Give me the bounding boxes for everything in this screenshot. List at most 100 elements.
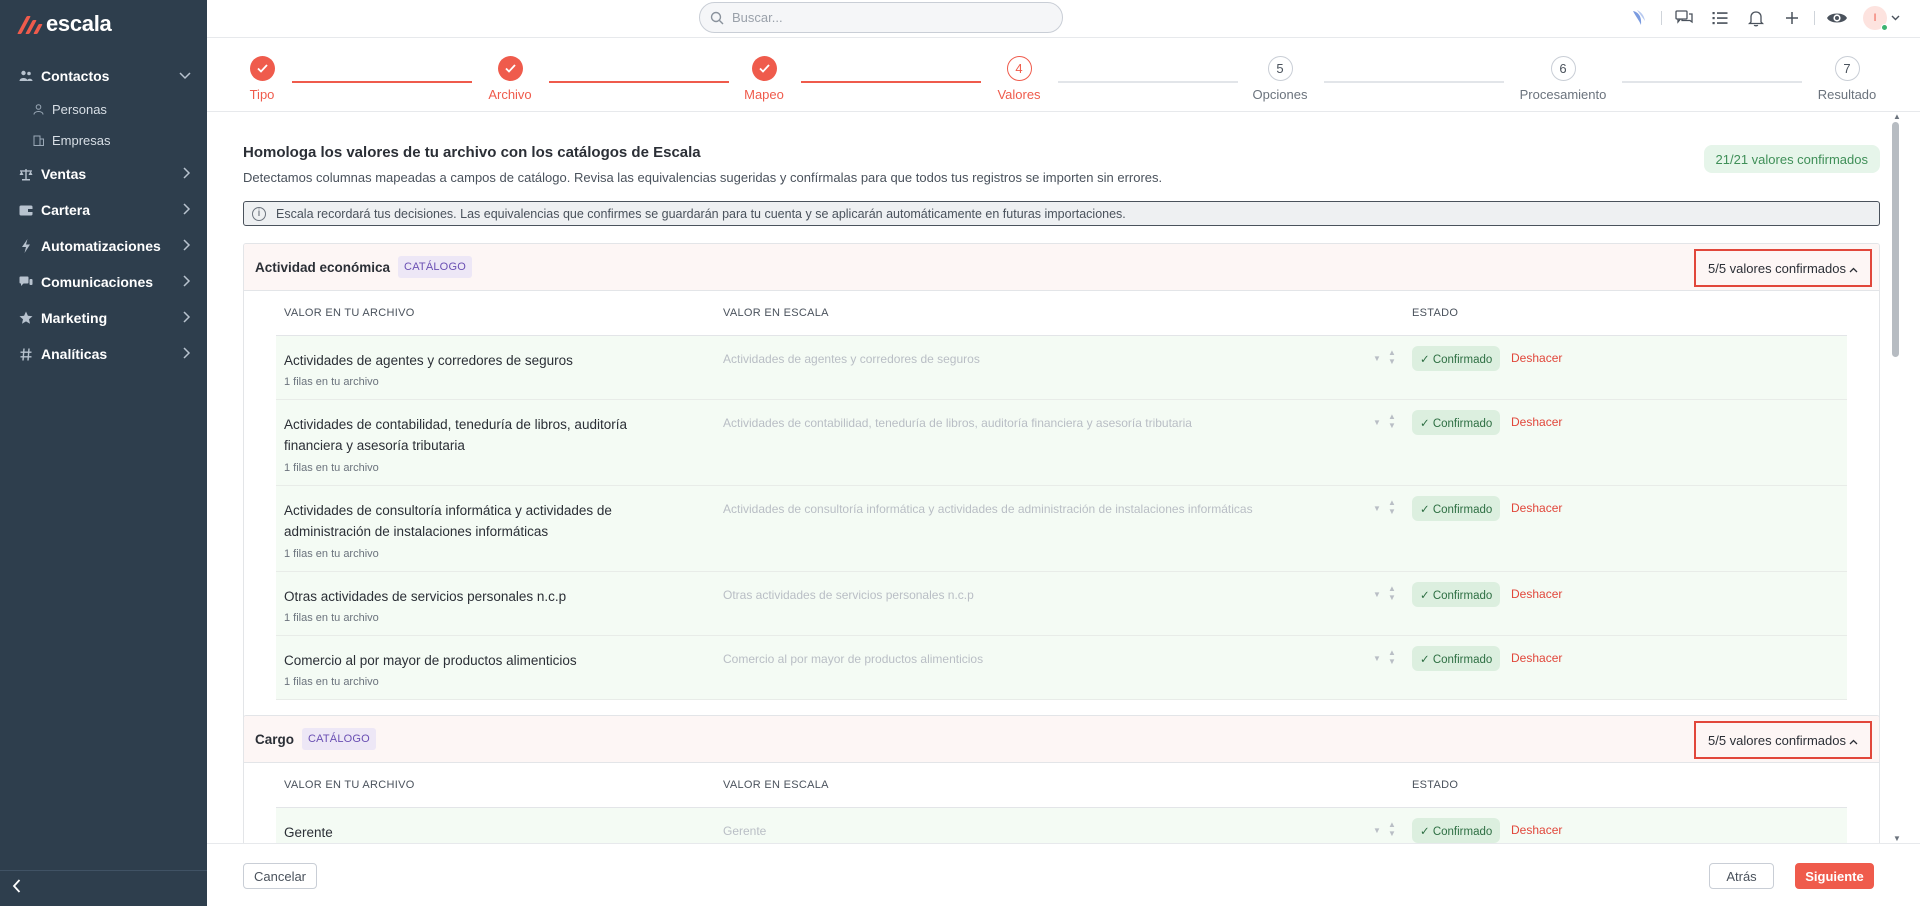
escala-value-select[interactable]: Actividades de agentes y corredores de s… (723, 352, 1388, 366)
eye-icon[interactable] (1819, 0, 1855, 36)
section-collapse-toggle[interactable]: 5/5 valores confirmados (1693, 249, 1872, 287)
bell-icon[interactable] (1738, 0, 1774, 36)
topbar-actions: I (1621, 0, 1900, 36)
list-icon[interactable] (1702, 0, 1738, 36)
caret-down-icon[interactable]: ▼ (1373, 504, 1381, 513)
file-value: Actividades de agentes y corredores de s… (284, 353, 573, 368)
sidebar-item-marketing[interactable]: Marketing (0, 300, 207, 336)
status-badge: ✓ Confirmado (1412, 346, 1501, 371)
sidebar-subitem-label: Empresas (52, 133, 111, 148)
undo-link[interactable]: Deshacer (1511, 415, 1562, 429)
undo-link[interactable]: Deshacer (1511, 501, 1562, 515)
escala-value-select[interactable]: Actividades de consultoría informática y… (723, 502, 1388, 516)
step-opciones[interactable]: 5 Opciones (1220, 56, 1340, 102)
row-count: 1 filas en tu archivo (284, 612, 379, 624)
caret-down-icon[interactable]: ▼ (1373, 418, 1381, 427)
step-archivo[interactable]: Archivo (450, 56, 570, 102)
sort-arrows-icon[interactable]: ▲ ▼ (1388, 348, 1396, 366)
sidebar-item-label: Marketing (41, 310, 108, 326)
sidebar-item-ventas[interactable]: Ventas (0, 156, 207, 192)
search-icon (710, 11, 724, 25)
section-confirmed-count: 5/5 valores confirmados (1707, 260, 1846, 276)
section-header: Actividad económica CATÁLOGO 5/5 valores… (244, 244, 1879, 291)
caret-down-icon[interactable]: ▼ (1373, 354, 1381, 363)
caret-down-icon[interactable]: ▼ (1373, 826, 1381, 835)
avatar[interactable]: I (1863, 6, 1888, 31)
table-row: Actividades de consultoría informática y… (276, 486, 1847, 572)
sidebar-subitem-empresas[interactable]: Empresas (0, 125, 207, 156)
sidebar-item-contactos[interactable]: Contactos (0, 58, 207, 94)
escala-value-select[interactable]: Actividades de contabilidad, teneduría d… (723, 416, 1388, 430)
section-collapse-toggle[interactable]: 5/5 valores confirmados (1693, 721, 1872, 759)
status-badge: ✓ Confirmado (1412, 646, 1501, 671)
undo-link[interactable]: Deshacer (1511, 823, 1562, 837)
chevron-up-icon (1849, 733, 1858, 748)
escala-value-select[interactable]: Otras actividades de servicios personale… (723, 588, 1388, 602)
row-count: 1 filas en tu archivo (284, 462, 379, 474)
sort-arrows-icon[interactable]: ▲ ▼ (1388, 498, 1396, 516)
scroll-down-arrow-icon[interactable]: ▼ (1893, 834, 1901, 843)
search-input[interactable] (732, 10, 1042, 25)
table-row: Actividades de contabilidad, teneduría d… (276, 400, 1847, 486)
avatar-initial: I (1873, 12, 1877, 24)
sidebar-item-analiticas[interactable]: Analíticas (0, 336, 207, 372)
scrollbar-thumb[interactable] (1892, 122, 1899, 357)
undo-link[interactable]: Deshacer (1511, 351, 1562, 365)
status-badge: ✓ Confirmado (1412, 496, 1501, 521)
step-tipo[interactable]: Tipo (202, 56, 322, 102)
chevron-right-icon (183, 166, 191, 182)
sidebar-item-cartera[interactable]: Cartera (0, 192, 207, 228)
sort-arrows-icon[interactable]: ▲ ▼ (1388, 412, 1396, 430)
sidebar-subitem-personas[interactable]: Personas (0, 94, 207, 125)
caret-down-icon[interactable]: ▼ (1373, 654, 1381, 663)
values-table: VALOR EN TU ARCHIVO VALOR EN ESCALA ESTA… (276, 763, 1847, 843)
step-number: 5 (1267, 56, 1293, 81)
step-label: Tipo (249, 87, 275, 102)
page-title: Homologa los valores de tu archivo con l… (243, 144, 701, 161)
column-header-escala-value: VALOR EN ESCALA (723, 779, 829, 791)
escala-value-select[interactable]: Gerente (723, 824, 1388, 838)
messages-icon[interactable] (1666, 0, 1702, 36)
sort-arrows-icon[interactable]: ▲ ▼ (1388, 648, 1396, 666)
cancel-button[interactable]: Cancelar (243, 863, 317, 889)
column-header-file-value: VALOR EN TU ARCHIVO (284, 307, 415, 319)
check-icon (751, 56, 777, 81)
sidebar-item-label: Cartera (41, 202, 91, 218)
search-box[interactable] (699, 2, 1063, 33)
step-resultado[interactable]: 7 Resultado (1787, 56, 1907, 102)
file-value: Gerente (284, 825, 333, 840)
row-count: 1 filas en tu archivo (284, 376, 379, 388)
scroll-up-arrow-icon[interactable]: ▲ (1893, 112, 1901, 121)
step-number: 7 (1834, 56, 1860, 81)
brand-bird-icon[interactable] (1621, 0, 1657, 36)
step-valores[interactable]: 4 Valores (959, 56, 1079, 102)
table-row: Comercio al por mayor de productos alime… (276, 636, 1847, 700)
logo[interactable]: escala (17, 11, 112, 37)
check-icon (249, 56, 275, 81)
step-mapeo[interactable]: Mapeo (704, 56, 824, 102)
table-header: VALOR EN TU ARCHIVO VALOR EN ESCALA ESTA… (276, 291, 1847, 336)
step-procesamiento[interactable]: 6 Procesamiento (1503, 56, 1623, 102)
next-button[interactable]: Siguiente (1795, 863, 1874, 889)
chevron-right-icon (183, 202, 191, 218)
back-button[interactable]: Atrás (1709, 863, 1774, 889)
sidebar: escala Contactos Personas Empresas Venta… (0, 0, 207, 906)
collapse-sidebar-button[interactable] (0, 870, 207, 906)
undo-link[interactable]: Deshacer (1511, 587, 1562, 601)
sidebar-item-comunicaciones[interactable]: Comunicaciones (0, 264, 207, 300)
sort-arrows-icon[interactable]: ▲ ▼ (1388, 820, 1396, 838)
step-label: Archivo (488, 87, 532, 102)
escala-value-select[interactable]: Comercio al por mayor de productos alime… (723, 652, 1388, 666)
chevron-down-icon[interactable] (1891, 13, 1900, 24)
sidebar-subitem-label: Personas (52, 102, 107, 117)
undo-link[interactable]: Deshacer (1511, 651, 1562, 665)
catalog-badge: CATÁLOGO (398, 256, 472, 278)
sidebar-item-automatizaciones[interactable]: Automatizaciones (0, 228, 207, 264)
caret-down-icon[interactable]: ▼ (1373, 590, 1381, 599)
scrollbar[interactable]: ▲ ▼ (1891, 112, 1901, 843)
sort-arrows-icon[interactable]: ▲ ▼ (1388, 584, 1396, 602)
sidebar-item-label: Automatizaciones (41, 238, 161, 254)
info-banner: i Escala recordará tus decisiones. Las e… (243, 201, 1880, 226)
plus-icon[interactable] (1774, 0, 1810, 36)
step-label: Resultado (1817, 87, 1877, 102)
